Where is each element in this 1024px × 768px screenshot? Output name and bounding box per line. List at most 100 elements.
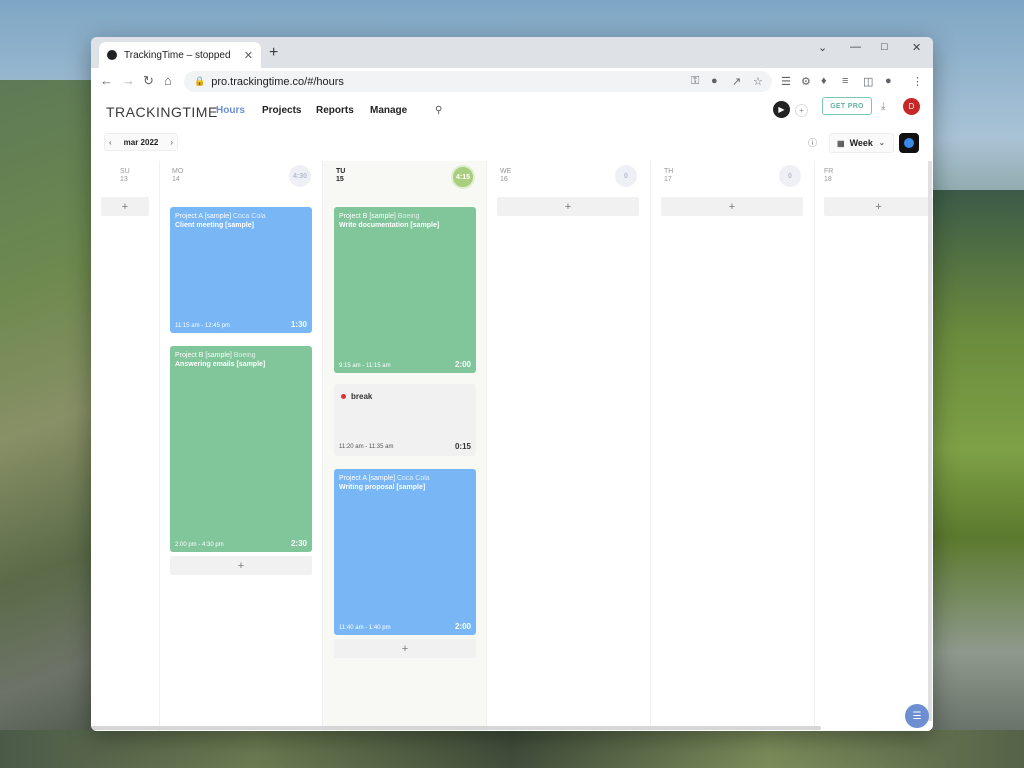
close-tab-icon[interactable]: ✕ [244,49,253,62]
search-icon[interactable]: ⚲ [435,105,442,116]
nav-reports[interactable]: Reports [316,105,354,116]
entry-time-range: 11:15 am - 12:45 pm [175,323,230,329]
time-entry-card[interactable]: Project B [sample] Boeing Answering emai… [170,346,312,552]
extensions-puzzle-icon[interactable]: ♦ [821,75,827,87]
nav-manage[interactable]: Manage [370,105,407,116]
new-tab-button[interactable]: + [269,44,278,62]
integrations-button[interactable] [899,133,919,153]
entry-duration: 2:30 [290,539,307,548]
break-duration: 0:15 [454,442,471,451]
day-column-tuesday: TU 15 4:15 Project B [sample] Boeing Writ… [323,161,487,731]
entry-client: Coca Cola [232,213,266,220]
trackingtime-logo[interactable]: TRACKINGTIME [106,104,218,120]
add-entry-bar[interactable]: + [101,197,149,216]
day-number: 16 [500,176,508,183]
add-entry-bar[interactable]: + [497,197,639,216]
reading-list-icon[interactable]: ≡ [842,75,848,87]
extension-layers-icon[interactable]: ☰ [781,75,791,88]
entry-project: Project A [sample] [175,213,232,220]
get-pro-button[interactable]: GET PRO [822,97,872,115]
entry-name: Write documentation [sample] [339,222,440,229]
day-header: WE 16 0 [487,161,650,193]
nav-projects[interactable]: Projects [262,105,301,116]
day-column-friday: FR 18 + [815,161,933,731]
break-dot-icon [341,394,346,399]
maximize-icon[interactable]: □ [881,41,888,53]
day-total-badge: 0 [615,165,637,187]
tab-search-icon[interactable]: ⌄ [818,41,827,54]
add-entry-button[interactable]: + [795,104,808,117]
profile-avatar-icon[interactable]: ● [885,75,892,87]
user-avatar[interactable]: D [903,98,920,115]
side-panel-icon[interactable]: ◫ [863,75,873,88]
day-abbr: SU [120,168,130,175]
start-timer-button[interactable]: ▶ [773,101,790,118]
break-time-range: 11:20 am - 11:35 am [339,444,394,450]
vertical-scrollbar[interactable] [928,161,932,721]
chevron-down-icon: ⌄ [878,140,885,147]
trackingtime-app: TRACKINGTIME Hours Projects Reports Mana… [91,95,933,731]
day-abbr: WE [500,168,512,175]
address-bar[interactable]: 🔒 pro.trackingtime.co/#/hours [184,71,772,92]
play-icon: ▶ [778,105,785,114]
browser-window: TrackingTime – stopped ✕ + ⌄ — □ ✕ ← → ↻… [91,37,933,731]
google-lens-icon[interactable]: ● [711,75,718,87]
day-number: 18 [824,176,832,183]
minimize-icon[interactable]: — [850,41,861,53]
chat-icon: ☰ [912,710,922,722]
break-entry-card[interactable]: break 11:20 am - 11:35 am 0:15 [334,384,476,456]
password-key-icon[interactable]: ⚿ [691,75,699,88]
view-selector[interactable]: ▦ Week ⌄ [829,133,894,153]
entry-client: Coca Cola [396,475,430,482]
extension-gear-icon[interactable]: ⚙ [801,75,811,88]
day-total-badge: 0 [779,165,801,187]
download-icon[interactable]: ⤓ [881,101,885,112]
time-entry-card[interactable]: Project A [sample] Coca Cola Writing pro… [334,469,476,635]
help-icon[interactable]: ⓘ [808,136,817,149]
next-week-button[interactable]: › [170,138,173,147]
lock-icon: 🔒 [194,76,206,86]
day-number: 13 [120,176,128,183]
desktop-wallpaper-right [932,190,1024,768]
bookmark-star-icon[interactable]: ☆ [753,75,763,88]
integration-logo-icon [904,138,914,148]
home-icon[interactable]: ⌂ [164,73,172,88]
entry-duration: 1:30 [290,320,307,329]
day-abbr: TU [336,168,346,175]
horizontal-scrollbar[interactable] [91,726,821,730]
entry-duration: 2:00 [454,360,471,369]
entry-time-range: 11:40 am - 1:40 pm [339,625,391,631]
day-number: 14 [172,176,180,183]
week-grid: SU 13 + MO 14 4:30 Project A [sample] Coca… [91,161,933,731]
entry-time-range: 2:00 pm - 4:30 pm [175,542,224,548]
entry-name: Client meeting [sample] [175,222,254,229]
forward-icon[interactable]: → [122,73,135,88]
day-header: TU 15 4:15 [323,161,486,193]
day-abbr: TH [664,168,674,175]
day-total-badge: 4:30 [289,165,311,187]
day-total-badge: 4:15 [451,165,475,189]
address-bar-row: ← → ↻ ⌂ 🔒 pro.trackingtime.co/#/hours ⚿ … [91,68,933,96]
entry-time-range: 9:15 am - 11:15 am [339,363,391,369]
browser-tab[interactable]: TrackingTime – stopped ✕ [99,42,261,68]
break-name: break [351,392,373,401]
share-icon[interactable]: ↗ [732,75,741,88]
add-entry-bar[interactable]: + [824,197,933,216]
calendar-grid-icon: ▦ [837,138,845,148]
add-entry-bar[interactable]: + [334,639,476,658]
back-icon[interactable]: ← [100,73,113,88]
time-entry-card[interactable]: Project A [sample] Coca Cola Client meet… [170,207,312,333]
time-entry-card[interactable]: Project B [sample] Boeing Write document… [334,207,476,373]
day-column-sunday: SU 13 + [91,161,160,731]
nav-hours[interactable]: Hours [216,105,245,116]
chat-support-button[interactable]: ☰ [905,704,929,728]
chrome-menu-icon[interactable]: ⋮ [912,75,923,88]
add-entry-bar[interactable]: + [170,556,312,575]
month-selector[interactable]: ‹ mar 2022 › [104,133,178,151]
day-column-wednesday: WE 16 0 + [487,161,651,731]
close-window-icon[interactable]: ✕ [912,41,921,54]
prev-week-button[interactable]: ‹ [109,138,112,147]
add-entry-bar[interactable]: + [661,197,803,216]
reload-icon[interactable]: ↻ [143,73,154,89]
day-header: FR 18 [815,161,933,193]
